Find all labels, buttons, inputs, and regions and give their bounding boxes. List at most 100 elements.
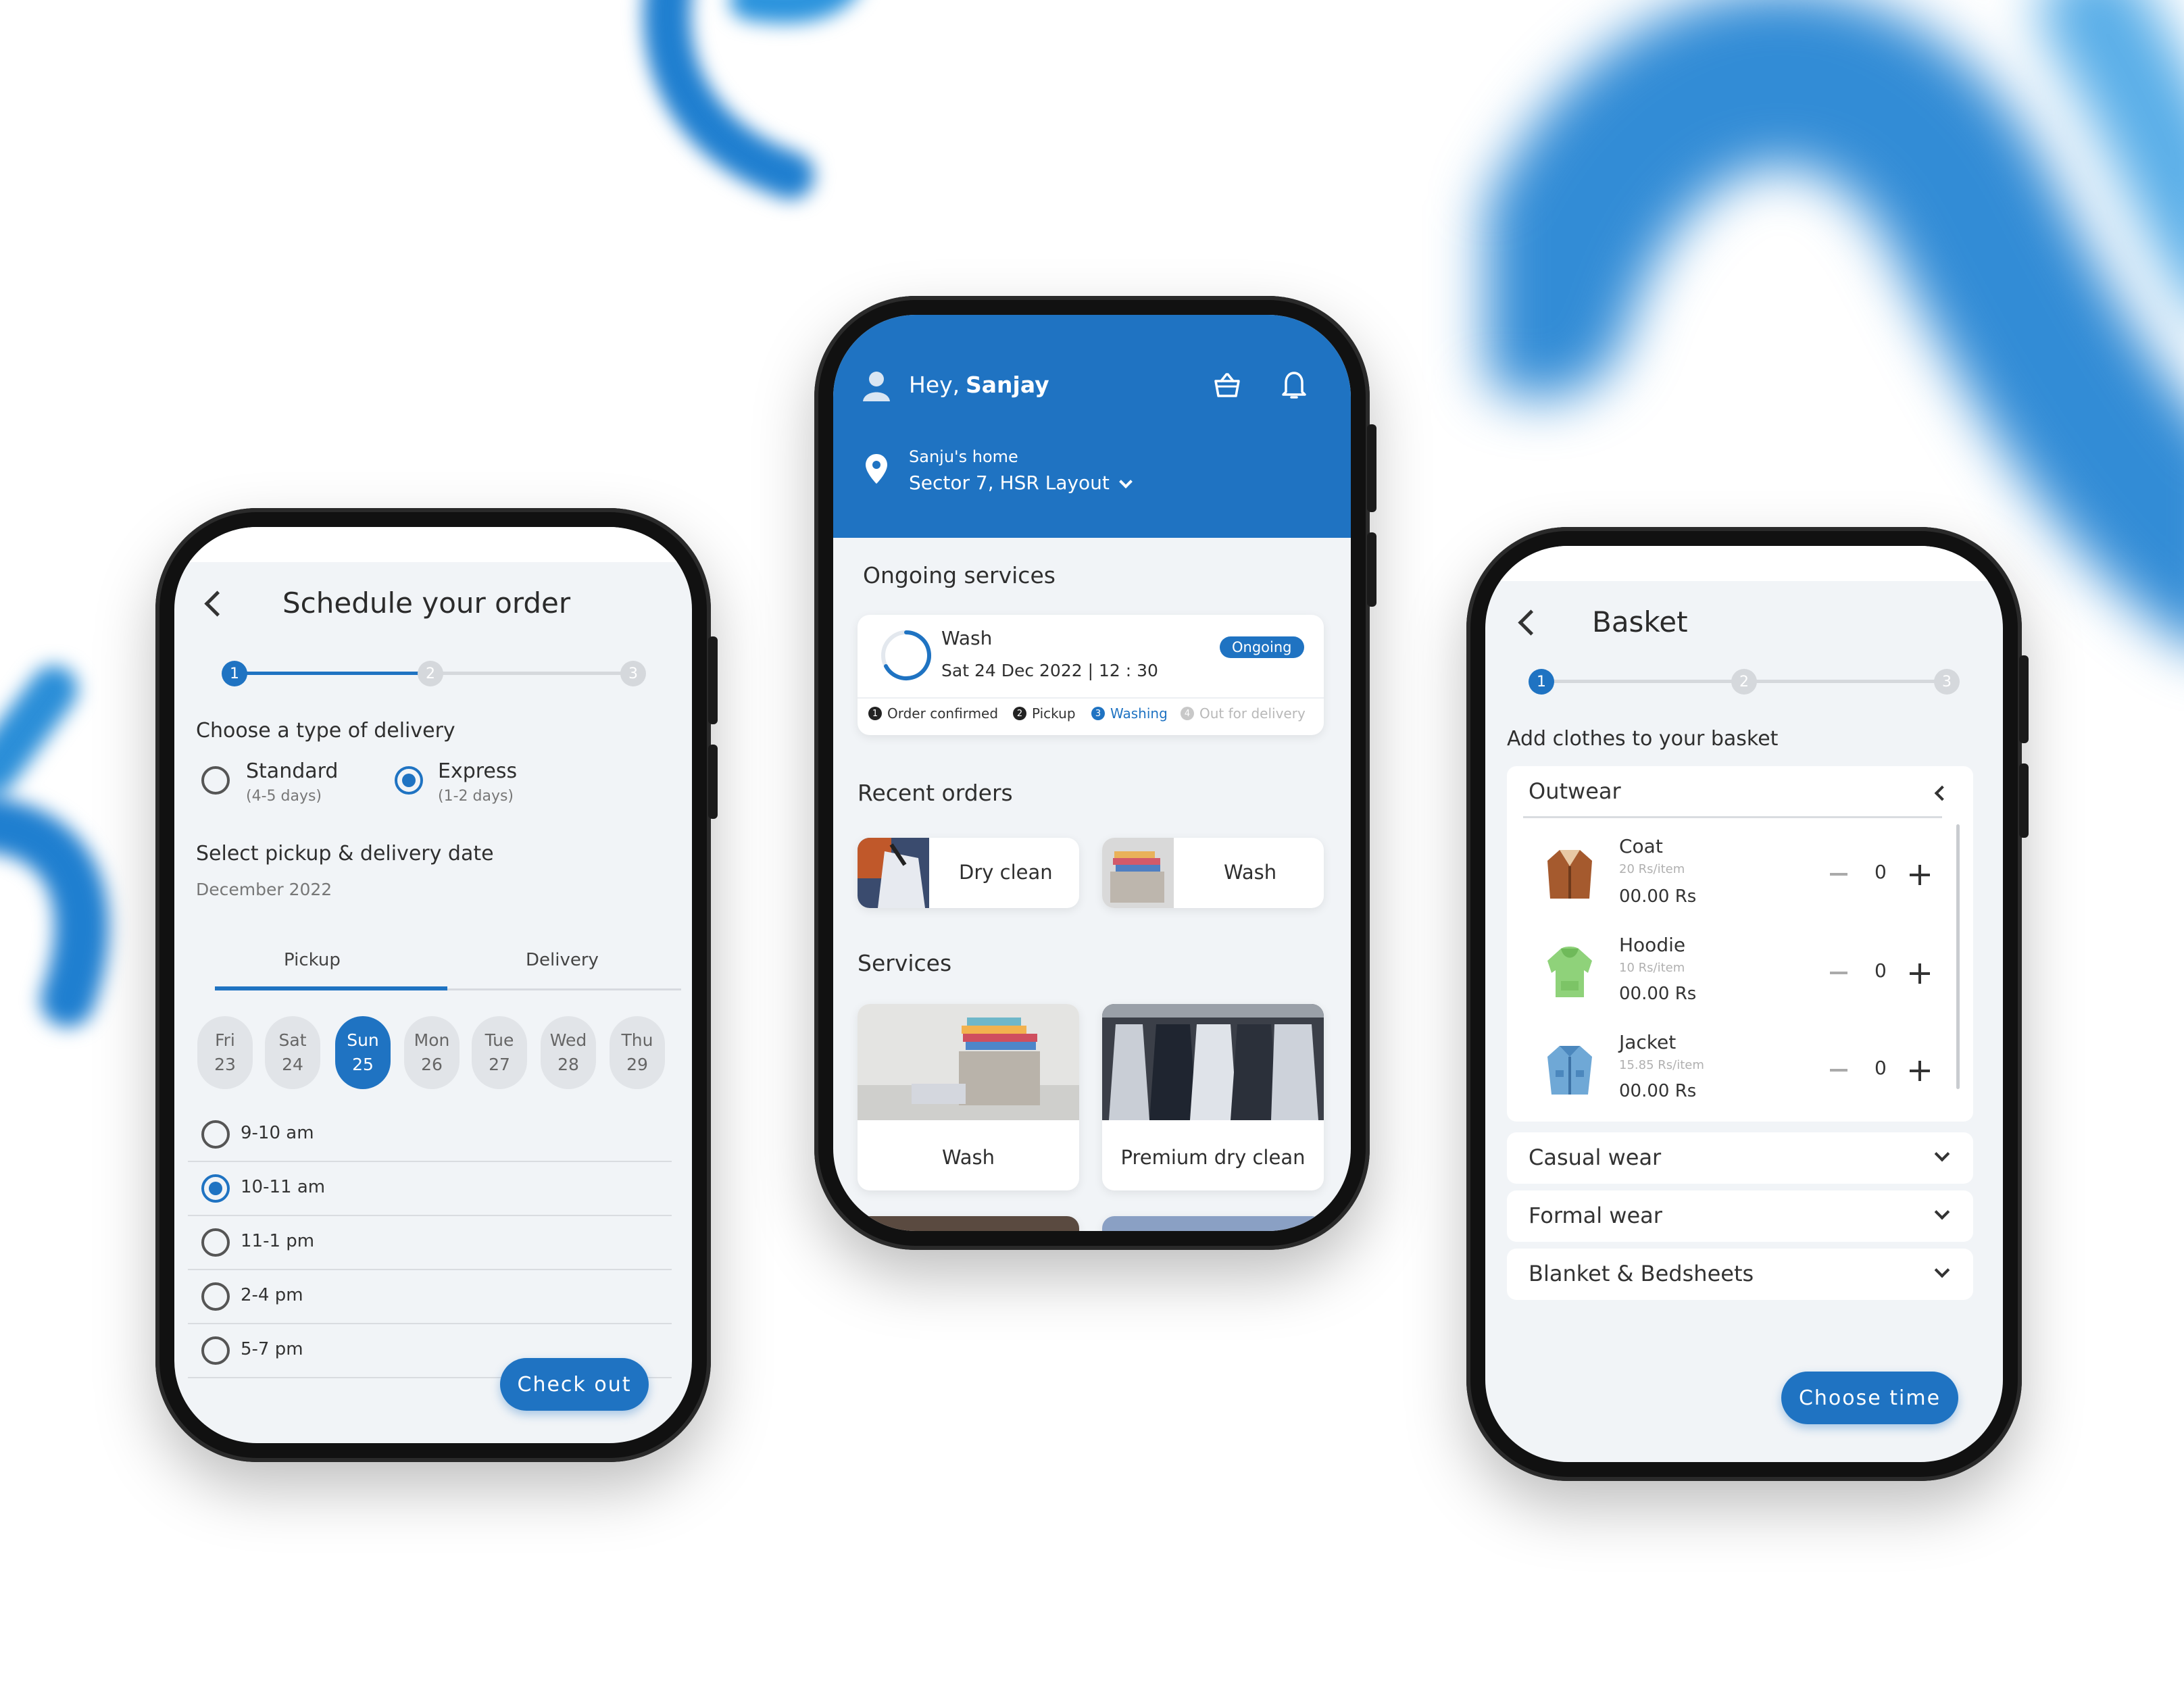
step-number: 2	[1013, 707, 1026, 720]
day-chip[interactable]: Wed 28	[541, 1016, 596, 1089]
coat-icon	[1547, 850, 1592, 899]
category-label: Formal wear	[1529, 1203, 1662, 1228]
standard-radio[interactable]	[201, 766, 230, 795]
scrollbar[interactable]	[1956, 824, 1960, 1089]
day-chip[interactable]: Tue 27	[472, 1016, 527, 1089]
service-card-partial[interactable]	[1102, 1216, 1324, 1231]
service-card[interactable]: Premium dry clean	[1102, 1004, 1324, 1190]
item-name: Jacket	[1619, 1031, 1677, 1053]
step-3: 3	[620, 661, 646, 686]
day-chip[interactable]: Thu 29	[610, 1016, 665, 1089]
choose-time-button[interactable]: Choose time	[1781, 1372, 1958, 1424]
day-number: 28	[557, 1055, 579, 1074]
day-name: Mon	[414, 1030, 450, 1050]
basket-icon[interactable]	[1213, 372, 1241, 399]
step-1: 1	[1529, 669, 1554, 695]
bell-icon[interactable]	[1281, 369, 1308, 400]
home-header	[833, 315, 1351, 538]
express-radio[interactable]	[395, 766, 423, 795]
slot-radio[interactable]	[201, 1282, 230, 1311]
slot-radio[interactable]	[201, 1120, 230, 1149]
day-chip-selected[interactable]: Sun 25	[335, 1016, 391, 1089]
slot-label: 9-10 am	[241, 1123, 314, 1143]
day-name: Tue	[485, 1030, 514, 1050]
recent-order-card[interactable]: Wash	[1102, 838, 1324, 908]
step-3: 3	[1934, 669, 1960, 695]
service-label: Premium dry clean	[1120, 1146, 1306, 1169]
item-price: 00.00 Rs	[1619, 984, 1697, 1004]
time-slot[interactable]: 11-1 pm	[188, 1216, 672, 1270]
express-sub: (1-2 days)	[438, 788, 514, 805]
decrement-button[interactable]	[1830, 1069, 1847, 1072]
step-label: Washing	[1110, 705, 1168, 722]
item-name: Hoodie	[1619, 934, 1686, 956]
screen: Basket 1 2 3 Add clothes to your basket …	[1485, 546, 2003, 1462]
status-badge: Ongoing	[1220, 636, 1304, 658]
item-price: 00.00 Rs	[1619, 886, 1697, 907]
progress-step-current: 3 Washing	[1091, 705, 1168, 722]
increment-button[interactable]	[1910, 865, 1930, 885]
chevron-left-icon[interactable]	[1934, 785, 1950, 801]
tab-pickup[interactable]: Pickup	[284, 950, 341, 970]
step-label: Order confirmed	[887, 705, 999, 722]
greeting: Hey,	[909, 372, 960, 398]
wash-service-image	[858, 1004, 1079, 1120]
day-name: Wed	[549, 1030, 587, 1050]
user-icon[interactable]	[862, 369, 891, 403]
back-arrow-icon[interactable]	[201, 591, 226, 615]
slot-radio-selected[interactable]	[201, 1174, 230, 1203]
slot-radio[interactable]	[201, 1228, 230, 1257]
chevron-down-icon	[1934, 1204, 1950, 1220]
standard-sub: (4-5 days)	[246, 788, 322, 805]
service-card-partial[interactable]	[858, 1216, 1079, 1231]
recent-order-label: Dry clean	[959, 861, 1053, 884]
day-number: 25	[352, 1055, 374, 1074]
ongoing-service: Wash	[941, 627, 993, 649]
progress-step: 2 Pickup	[1013, 705, 1076, 722]
wash-thumbnail	[1102, 838, 1174, 908]
category-accordion[interactable]: Blanket & Bedsheets	[1507, 1249, 1973, 1300]
increment-button[interactable]	[1910, 963, 1930, 984]
decrement-button[interactable]	[1830, 972, 1847, 974]
slot-radio[interactable]	[201, 1336, 230, 1365]
location-address[interactable]: Sector 7, HSR Layout	[909, 472, 1110, 494]
back-arrow-icon[interactable]	[1515, 609, 1539, 634]
ongoing-card[interactable]: Wash Sat 24 Dec 2022 | 12 : 30 Ongoing 1…	[858, 615, 1324, 735]
divider	[1523, 816, 1942, 818]
item-rate: 15.85 Rs/item	[1619, 1058, 1704, 1072]
date-tabs: Pickup Delivery	[215, 946, 681, 990]
time-slot[interactable]: 9-10 am	[188, 1108, 672, 1162]
progress-step: 1 Order confirmed	[868, 705, 998, 722]
ongoing-datetime: Sat 24 Dec 2022 | 12 : 30	[941, 661, 1158, 680]
tab-delivery[interactable]: Delivery	[526, 950, 599, 970]
day-chip[interactable]: Mon 26	[404, 1016, 460, 1089]
item-rate: 20 Rs/item	[1619, 862, 1685, 876]
item-rate: 10 Rs/item	[1619, 961, 1685, 975]
day-chip[interactable]: Sat 24	[265, 1016, 320, 1089]
power-button	[708, 745, 718, 819]
item-qty: 0	[1875, 959, 1887, 982]
category-accordion[interactable]: Formal wear	[1507, 1190, 1973, 1242]
dry-clean-service-image	[1102, 1004, 1324, 1120]
standard-label: Standard	[246, 759, 339, 783]
recent-order-card[interactable]: Dry clean	[858, 838, 1079, 908]
time-slot[interactable]: 2-4 pm	[188, 1270, 672, 1324]
decrement-button[interactable]	[1830, 873, 1847, 876]
day-name: Thu	[621, 1030, 653, 1050]
step-line	[1542, 680, 1745, 683]
time-slot[interactable]: 10-11 am	[188, 1162, 672, 1216]
service-card[interactable]: Wash	[858, 1004, 1079, 1190]
checkout-button[interactable]: Check out	[500, 1358, 649, 1411]
item-qty: 0	[1875, 1057, 1887, 1079]
hoodie-icon	[1547, 947, 1592, 997]
day-chip[interactable]: Fri 23	[197, 1016, 253, 1089]
increment-button[interactable]	[1910, 1061, 1930, 1081]
day-name: Sun	[347, 1030, 379, 1050]
divider	[858, 697, 1324, 699]
step-line	[431, 672, 627, 675]
screen: Schedule your order 1 2 3 Choose a type …	[174, 527, 692, 1443]
page-title: Schedule your order	[282, 586, 571, 620]
category-accordion[interactable]: Casual wear	[1507, 1132, 1973, 1184]
step-line	[1745, 680, 1947, 683]
location-name: Sanju's home	[909, 447, 1018, 466]
